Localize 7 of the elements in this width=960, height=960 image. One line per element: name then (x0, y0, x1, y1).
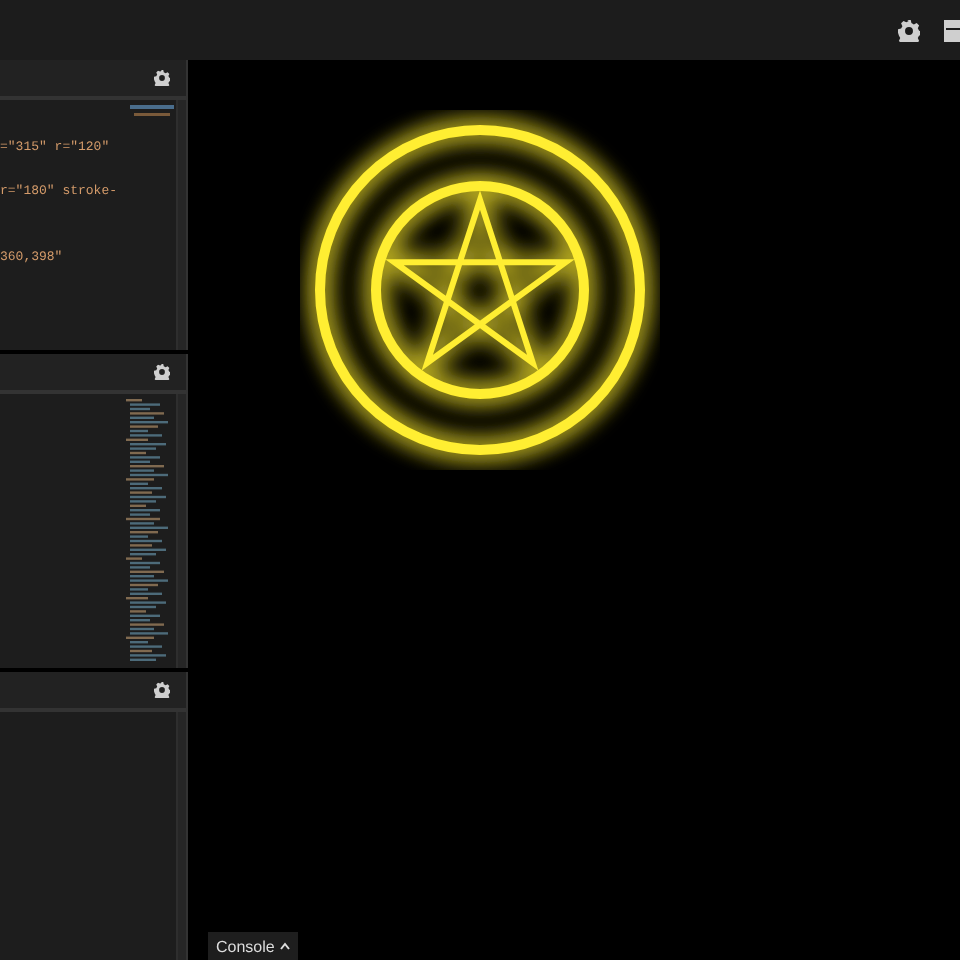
settings-icon[interactable] (898, 19, 920, 41)
panel-settings-icon[interactable] (154, 681, 170, 697)
layout-icon[interactable] (944, 19, 960, 41)
console-button[interactable]: Console (208, 932, 299, 960)
panel-settings-icon[interactable] (154, 70, 170, 86)
caret-icon (280, 942, 291, 950)
panel-settings-icon[interactable] (154, 363, 170, 379)
